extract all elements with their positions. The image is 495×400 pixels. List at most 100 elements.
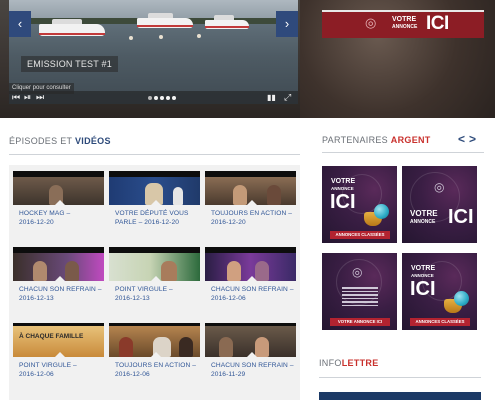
episode-title: HOCKEY MAG – bbox=[19, 210, 71, 217]
ad-votre-text: VOTRE bbox=[331, 178, 356, 185]
episode-card[interactable]: HOCKEY MAG – 2016-12-20 bbox=[13, 171, 104, 229]
blue-ball-image bbox=[374, 204, 389, 219]
slider-prev-button[interactable]: ‹ bbox=[9, 11, 31, 37]
slider-dots[interactable] bbox=[148, 96, 176, 100]
boat-image bbox=[39, 19, 105, 36]
camera-icon: ◎ bbox=[352, 265, 363, 279]
buoy bbox=[197, 34, 201, 38]
episode-title: TOUJOURS EN ACTION – bbox=[211, 210, 293, 217]
slider-dot[interactable] bbox=[154, 96, 158, 100]
camera-icon: ◎ bbox=[434, 180, 445, 194]
episode-card[interactable]: TOUJOURS EN ACTION – 2016-12-06 bbox=[109, 323, 200, 381]
newsletter-heading-strong: LETTRE bbox=[341, 358, 379, 368]
episode-thumbnail[interactable] bbox=[13, 247, 104, 281]
blue-ball-image bbox=[454, 291, 469, 306]
partner-ad-tile[interactable]: VOTRE ANNONCE ICI ANNONCES CLASSÉES bbox=[402, 253, 477, 330]
ad-footer: ANNONCES CLASSÉES bbox=[330, 231, 390, 239]
partner-ad-tile[interactable]: ◎ VOTRE ANNONCE ICI bbox=[402, 166, 477, 243]
episode-date: PARLE – 2016-12-20 bbox=[115, 219, 179, 226]
ad-ici-text: ICI bbox=[448, 206, 474, 228]
episode-title: CHACUN SON REFRAIN – bbox=[211, 286, 294, 293]
episode-date: 2016-12-06 bbox=[211, 295, 246, 302]
episode-thumbnail[interactable] bbox=[109, 323, 200, 357]
episode-title: POINT VIRGULE – bbox=[115, 286, 173, 293]
episode-card[interactable]: TOUJOURS EN ACTION – 2016-12-20 bbox=[205, 171, 296, 229]
partners-next-button[interactable]: > bbox=[469, 132, 480, 146]
partners-prev-button[interactable]: < bbox=[458, 132, 469, 146]
slide-title: EMISSION TEST #1 bbox=[21, 56, 118, 72]
top-ad-banner[interactable]: ◎ VOTRE ANNONCE ICI bbox=[322, 10, 484, 38]
boat-image bbox=[137, 13, 193, 28]
episode-thumbnail[interactable] bbox=[109, 171, 200, 205]
slider-next-button[interactable]: › bbox=[276, 11, 298, 37]
episode-card[interactable]: CHACUN SON REFRAIN – 2016-11-29 bbox=[205, 323, 296, 381]
divider bbox=[319, 377, 481, 378]
episode-title: VOTRE DÉPUTÉ VOUS bbox=[115, 210, 189, 217]
episode-caption[interactable]: CHACUN SON REFRAIN – 2016-12-13 bbox=[19, 285, 103, 303]
episode-date: 2016-12-06 bbox=[115, 371, 150, 378]
newsletter-form-bar[interactable] bbox=[319, 392, 481, 400]
slider-dot[interactable] bbox=[160, 96, 164, 100]
episode-title: CHACUN SON REFRAIN – bbox=[211, 362, 294, 369]
episodes-heading: ÉPISODES ET VIDÉOS bbox=[9, 136, 111, 146]
ad-ici-text: ICI bbox=[426, 13, 449, 34]
episode-caption[interactable]: VOTRE DÉPUTÉ VOUS PARLE – 2016-12-20 bbox=[115, 209, 199, 227]
volume-icon[interactable]: ▮▮ bbox=[267, 92, 276, 103]
episode-date: 2016-12-13 bbox=[19, 295, 54, 302]
episode-caption[interactable]: TOUJOURS EN ACTION – 2016-12-06 bbox=[115, 361, 199, 379]
text-lines-graphic bbox=[342, 287, 378, 308]
episode-card[interactable]: À CHAQUE FAMILLE POINT VIRGULE – 2016-12… bbox=[13, 323, 104, 381]
episode-caption[interactable]: CHACUN SON REFRAIN – 2016-12-06 bbox=[211, 285, 295, 303]
episode-date: 2016-12-20 bbox=[19, 219, 54, 226]
episode-thumbnail[interactable] bbox=[109, 247, 200, 281]
episode-card[interactable]: CHACUN SON REFRAIN – 2016-12-13 bbox=[13, 247, 104, 305]
episode-thumbnail[interactable] bbox=[205, 323, 296, 357]
episode-title: TOUJOURS EN ACTION – bbox=[115, 362, 197, 369]
thumbnail-text: À CHAQUE FAMILLE bbox=[19, 333, 84, 340]
episode-thumbnail[interactable] bbox=[13, 171, 104, 205]
ad-annonce-text: ANNONCE bbox=[410, 219, 436, 225]
episode-caption[interactable]: CHACUN SON REFRAIN – 2016-11-29 bbox=[211, 361, 295, 379]
episode-date: 2016-12-06 bbox=[19, 371, 54, 378]
episode-thumbnail[interactable] bbox=[205, 247, 296, 281]
slider-dot[interactable] bbox=[148, 96, 152, 100]
newsletter-heading: INFOLETTRE bbox=[319, 358, 379, 368]
episode-caption[interactable]: TOUJOURS EN ACTION – 2016-12-20 bbox=[211, 209, 295, 227]
episode-caption[interactable]: HOCKEY MAG – 2016-12-20 bbox=[19, 209, 103, 227]
partners-heading: PARTENAIRES ARGENT bbox=[322, 135, 431, 145]
consult-hint: Cliquer pour consulter bbox=[9, 83, 74, 94]
ad-votre-text: VOTRE bbox=[411, 265, 436, 272]
episode-caption[interactable]: POINT VIRGULE – 2016-12-06 bbox=[19, 361, 103, 379]
episode-title: POINT VIRGULE – bbox=[19, 362, 77, 369]
ad-ici-text: ICI bbox=[410, 278, 436, 300]
partners-nav: <> bbox=[458, 132, 480, 146]
episode-thumbnail[interactable]: À CHAQUE FAMILLE bbox=[13, 323, 104, 357]
episode-thumbnail[interactable] bbox=[205, 171, 296, 205]
partners-heading-plain: PARTENAIRES bbox=[322, 135, 391, 145]
divider bbox=[9, 154, 300, 155]
partner-ad-tile[interactable]: VOTRE ANNONCE ICI ANNONCES CLASSÉES bbox=[322, 166, 397, 243]
episode-card[interactable]: CHACUN SON REFRAIN – 2016-12-06 bbox=[205, 247, 296, 305]
ad-footer: VOTRE ANNONCE ICI bbox=[330, 318, 390, 326]
ad-votre-text: VOTRE bbox=[410, 209, 438, 218]
episode-date: 2016-12-13 bbox=[115, 295, 150, 302]
hero-banner: ‹ › EMISSION TEST #1 ⏮ ⏯ ⏭ ▮▮ ⤢ Cliquer … bbox=[0, 0, 495, 118]
newsletter-heading-plain: INFO bbox=[319, 358, 342, 368]
fullscreen-icon[interactable]: ⤢ bbox=[284, 92, 291, 103]
divider bbox=[322, 152, 484, 153]
episodes-heading-plain: ÉPISODES ET bbox=[9, 136, 75, 146]
episode-card[interactable]: POINT VIRGULE – 2016-12-13 bbox=[109, 247, 200, 305]
episode-title: CHACUN SON REFRAIN – bbox=[19, 286, 102, 293]
slider-dot[interactable] bbox=[172, 96, 176, 100]
slider-dot[interactable] bbox=[166, 96, 170, 100]
episode-caption[interactable]: POINT VIRGULE – 2016-12-13 bbox=[115, 285, 199, 303]
video-slider[interactable]: ‹ › EMISSION TEST #1 ⏮ ⏯ ⏭ ▮▮ ⤢ Cliquer … bbox=[9, 0, 298, 104]
episode-date: 2016-11-29 bbox=[211, 371, 246, 378]
episode-date: 2016-12-20 bbox=[211, 219, 246, 226]
buoy bbox=[159, 35, 163, 39]
episode-card[interactable]: VOTRE DÉPUTÉ VOUS PARLE – 2016-12-20 bbox=[109, 171, 200, 229]
episodes-heading-strong: VIDÉOS bbox=[74, 136, 111, 146]
ad-footer: ANNONCES CLASSÉES bbox=[410, 318, 470, 326]
ad-annonce-text: ANNONCE bbox=[392, 24, 418, 30]
partner-ad-tile[interactable]: ◎ VOTRE ANNONCE ICI bbox=[322, 253, 397, 330]
